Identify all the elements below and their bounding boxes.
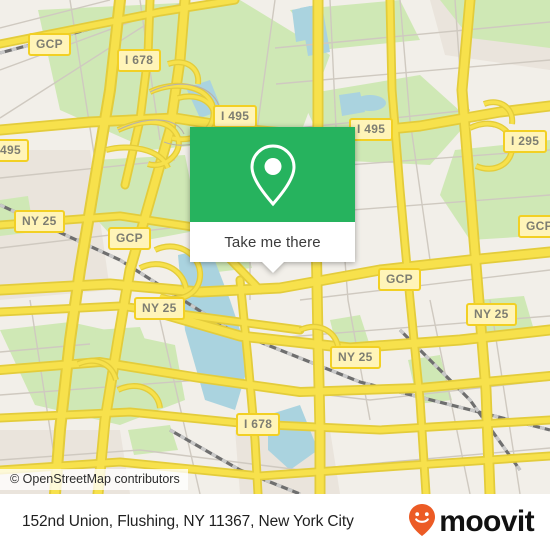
moovit-wordmark: moovit [439,505,534,538]
footer-bar: 152nd Union, Flushing, NY 11367, New Yor… [0,494,550,550]
road-shield: I 495 [349,118,394,141]
address-label: 152nd Union, Flushing, NY 11367, New Yor… [22,513,354,530]
road-shield: NY 25 [134,297,185,320]
moovit-smiley-pin-icon [407,503,437,542]
road-shield: 495 [0,139,29,162]
road-shield: NY 25 [330,346,381,369]
road-shield: I 678 [236,413,281,436]
road-shield: I 495 [213,105,258,128]
callout-pin-area [190,127,355,222]
map-attribution[interactable]: © OpenStreetMap contributors [0,469,188,490]
road-shield: NY 25 [14,210,65,233]
destination-callout[interactable]: Take me there [190,127,355,273]
road-shield: GCP [28,33,71,56]
map-screen: GCP I 678 I 495 495 I 495 I 295 NY 25 GC… [0,0,550,550]
map-canvas[interactable]: GCP I 678 I 495 495 I 495 I 295 NY 25 GC… [0,0,550,494]
road-shield: GCP [518,215,550,238]
take-me-there-label: Take me there [224,233,321,251]
road-shield: I 295 [503,130,548,153]
location-pin-icon [245,142,301,208]
moovit-logo[interactable]: moovit [407,503,550,542]
road-shield: I 678 [117,49,162,72]
road-shield: GCP [108,227,151,250]
road-shield: NY 25 [466,303,517,326]
callout-tail-pointer [261,262,284,273]
road-shield: GCP [378,268,421,291]
callout-action-area[interactable]: Take me there [190,222,355,273]
